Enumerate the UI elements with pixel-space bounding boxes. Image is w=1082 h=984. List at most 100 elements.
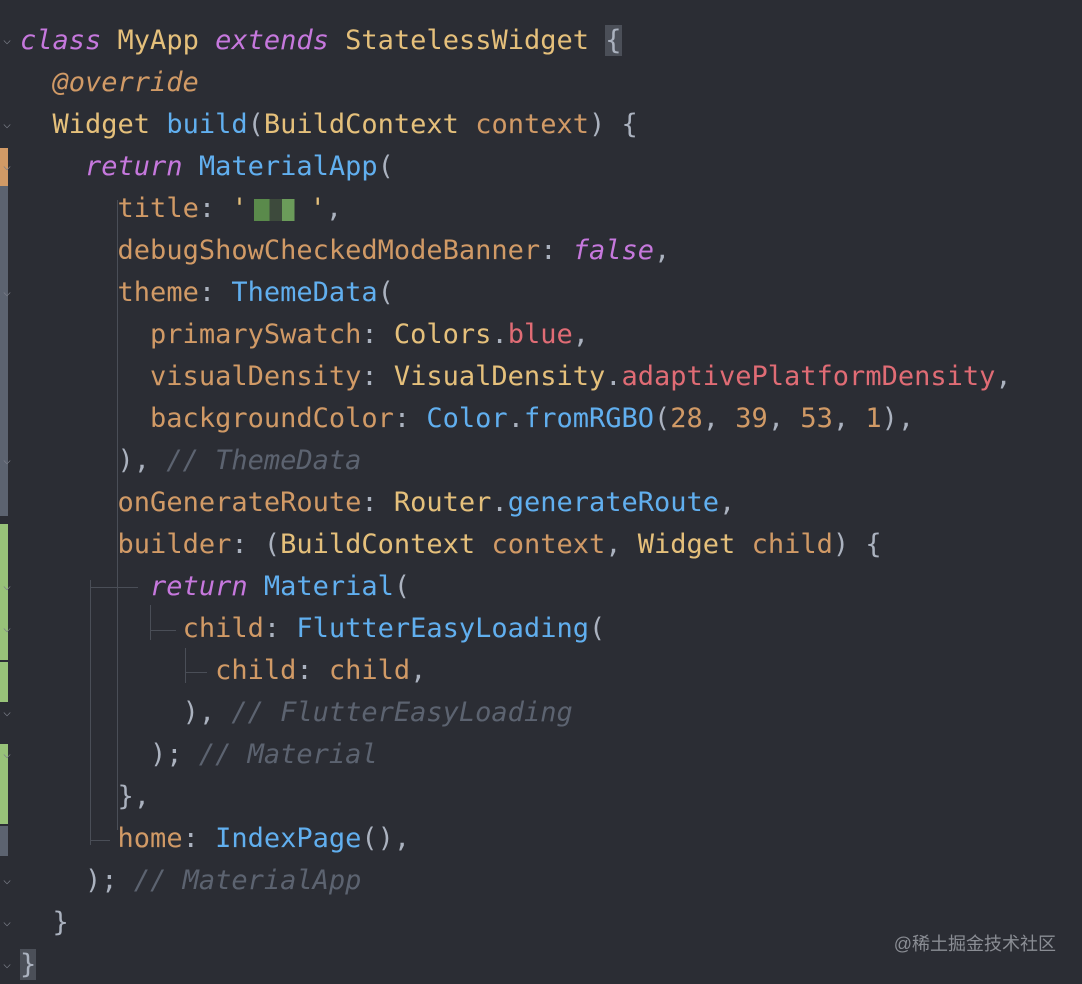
- fold-toggle-icon[interactable]: ⌵: [1, 34, 13, 48]
- fold-toggle-icon[interactable]: ⌵: [1, 622, 13, 636]
- fold-toggle-icon[interactable]: ⌵: [1, 118, 13, 132]
- code-token: .: [507, 403, 524, 434]
- code-token: },: [117, 781, 151, 812]
- code-token: :: [198, 277, 232, 308]
- fold-toggle-icon[interactable]: ⌵: [1, 748, 13, 762]
- code-token: // ThemeData: [166, 445, 362, 476]
- code-line[interactable]: theme: ThemeData(: [20, 272, 394, 314]
- fold-toggle-icon[interactable]: ⌵: [1, 160, 13, 174]
- code-token: class: [20, 25, 102, 56]
- change-marker[interactable]: [0, 826, 8, 856]
- editor-gutter: ⌵ ⌵ ⌵ ⌵ ⌵ ⌵ ⌵ ⌵ ⌵ ⌵ ⌵ ⌵: [0, 0, 14, 984]
- code-line[interactable]: primarySwatch: Colors.blue,: [20, 314, 589, 356]
- code-token: :: [263, 613, 297, 644]
- indent-guide: [150, 605, 151, 640]
- code-token: (: [247, 109, 264, 140]
- code-line[interactable]: return MaterialApp(: [20, 146, 394, 188]
- code-line[interactable]: ); // MaterialApp: [20, 860, 361, 902]
- code-line[interactable]: @override: [20, 62, 199, 104]
- code-token: primarySwatch: [150, 319, 362, 350]
- code-line[interactable]: class MyApp extends StatelessWidget {: [20, 20, 622, 62]
- code-token: ) {: [589, 109, 638, 140]
- code-token: :: [361, 319, 394, 350]
- code-token: MyApp: [117, 25, 199, 56]
- code-token: ,: [995, 361, 1012, 392]
- fold-toggle-icon[interactable]: ⌵: [1, 874, 13, 888]
- code-line[interactable]: return Material(: [20, 566, 410, 608]
- code-line[interactable]: ); // Material: [20, 734, 378, 776]
- code-line[interactable]: Widget build(BuildContext context) {: [20, 104, 638, 146]
- code-token: .: [605, 361, 622, 392]
- code-token: debugShowCheckedModeBanner: [117, 235, 541, 266]
- code-token: Colors: [393, 319, 492, 350]
- indent-guide: [185, 648, 186, 683]
- code-line[interactable]: child: FlutterEasyLoading(: [20, 608, 606, 650]
- watermark: @稀土掘金技术社区: [893, 934, 1056, 954]
- code-token: :: [540, 235, 573, 266]
- fold-toggle-icon[interactable]: ⌵: [1, 580, 13, 594]
- code-line[interactable]: ), // FlutterEasyLoading: [20, 692, 573, 734]
- code-line[interactable]: ), // ThemeData: [20, 440, 362, 482]
- code-token: backgroundColor: [150, 403, 394, 434]
- code-line[interactable]: builder: (BuildContext context, Widget c…: [20, 524, 882, 566]
- code-token: // MaterialApp: [133, 865, 362, 896]
- code-token: Widget: [637, 529, 736, 560]
- code-token: builder: [117, 529, 232, 560]
- fold-toggle-icon[interactable]: ⌵: [1, 916, 13, 930]
- code-token: fromRGBO: [523, 403, 654, 434]
- code-token: :: [361, 487, 394, 518]
- code-token: child: [751, 529, 833, 560]
- code-line[interactable]: },: [20, 776, 151, 818]
- code-token: return: [85, 151, 183, 182]
- code-line[interactable]: }: [20, 902, 69, 944]
- code-token: blue: [507, 319, 573, 350]
- code-token: title: [117, 193, 199, 224]
- code-token: ,: [832, 403, 866, 434]
- code-token: context: [475, 109, 590, 140]
- code-token: return: [150, 571, 248, 602]
- code-line[interactable]: backgroundColor: Color.fromRGBO(28, 39, …: [20, 398, 914, 440]
- code-line[interactable]: title: ' ',: [20, 188, 343, 230]
- code-token: Widget: [52, 109, 151, 140]
- code-token: 28: [670, 403, 703, 434]
- code-token: .: [491, 319, 508, 350]
- code-token: IndexPage: [215, 823, 362, 854]
- fold-toggle-icon[interactable]: ⌵: [1, 706, 13, 720]
- code-token: // FlutterEasyLoading: [231, 697, 573, 728]
- code-token: :: [198, 193, 232, 224]
- code-line[interactable]: onGenerateRoute: Router.generateRoute,: [20, 482, 736, 524]
- change-marker[interactable]: [0, 524, 8, 620]
- code-token: }: [52, 907, 69, 938]
- code-token: ': [231, 193, 248, 224]
- code-token: ,: [572, 319, 589, 350]
- code-token: 1: [865, 403, 882, 434]
- fold-toggle-icon[interactable]: ⌵: [1, 958, 13, 972]
- fold-toggle-icon[interactable]: ⌵: [1, 454, 13, 468]
- code-editor[interactable]: ⌵ ⌵ ⌵ ⌵ ⌵ ⌵ ⌵ ⌵ ⌵ ⌵ ⌵ ⌵ class MyApp extends Statele…: [0, 0, 1082, 984]
- code-token: ThemeData: [231, 277, 378, 308]
- indent-guide: [90, 840, 110, 841]
- code-token: context: [491, 529, 606, 560]
- code-token: child: [215, 655, 297, 686]
- code-token: FlutterEasyLoading: [296, 613, 589, 644]
- code-token: :: [296, 655, 329, 686]
- code-line[interactable]: home: IndexPage(),: [20, 818, 411, 860]
- change-marker[interactable]: [0, 662, 8, 702]
- fold-toggle-icon[interactable]: ⌵: [1, 286, 13, 300]
- code-line[interactable]: visualDensity: VisualDensity.adaptivePla…: [20, 356, 1012, 398]
- code-line[interactable]: child: child,: [20, 650, 426, 692]
- code-token: visualDensity: [150, 361, 362, 392]
- code-token: adaptivePlatformDensity: [621, 361, 996, 392]
- indent-guide: [150, 630, 176, 631]
- code-line[interactable]: }: [20, 944, 37, 984]
- code-token: 39: [735, 403, 768, 434]
